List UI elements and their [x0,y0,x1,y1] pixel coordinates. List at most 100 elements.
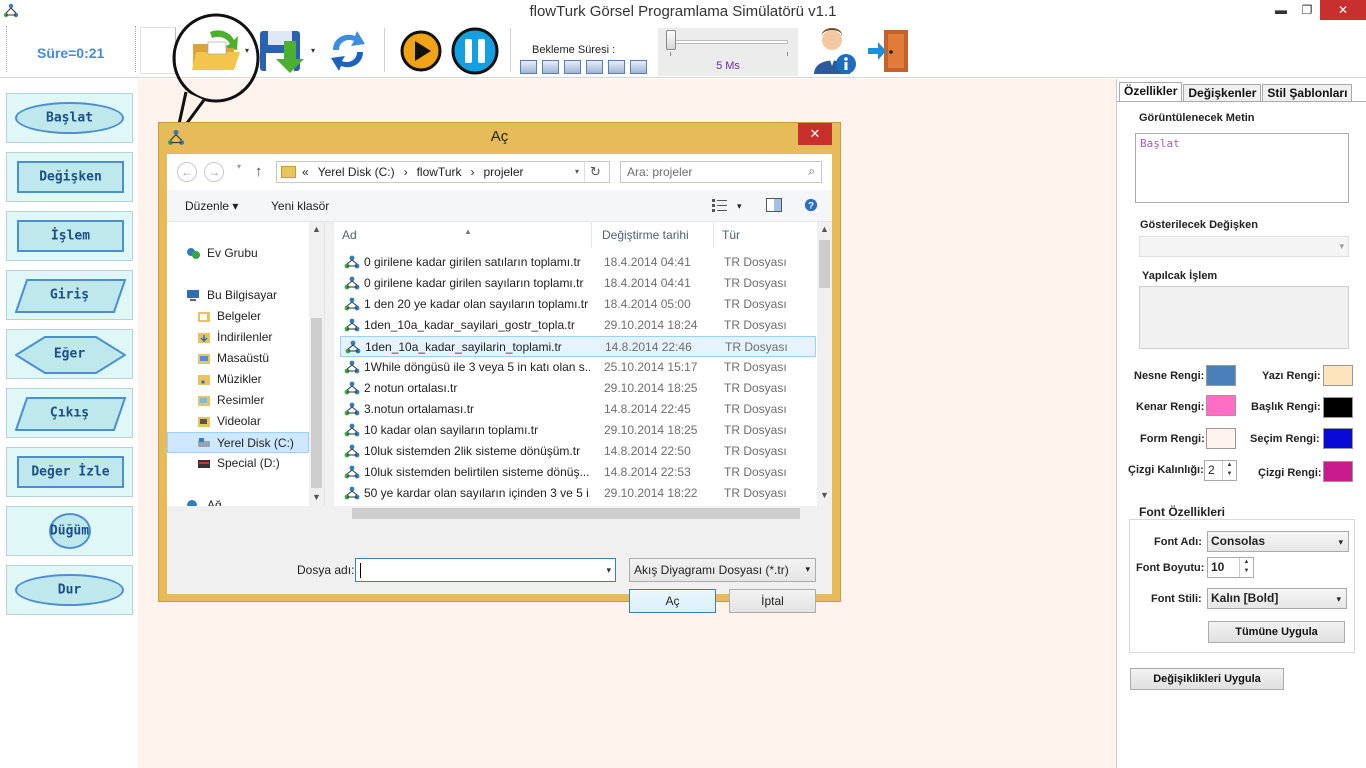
nav-item-downloads[interactable]: İndirilenler [167,327,309,348]
file-row[interactable]: 10luk sistemden belirtilen sisteme dönüş… [340,462,816,483]
tab-style-templates[interactable]: Stil Şablonları [1262,84,1353,102]
files-scroll-up-icon[interactable]: ▲ [817,224,832,234]
exit-door-icon[interactable] [866,28,912,74]
file-row[interactable]: 2 notun ortalası.tr 29.10.2014 18:25 TR Do… [340,378,816,399]
column-type[interactable]: Tür [714,222,817,248]
file-row[interactable]: 1While döngüsü ile 3 veya 5 in katı olan… [340,357,816,378]
align-right-icon[interactable] [586,60,603,74]
font-size-stepper[interactable]: 10 ▲ ▼ [1207,557,1254,578]
file-list-hscrollbar[interactable] [334,506,817,521]
new-folder-button[interactable]: Yeni klasör [271,199,329,213]
files-hscroll-thumb[interactable] [352,508,800,519]
variable-select[interactable]: ▾ [1139,236,1349,257]
search-input[interactable] [627,165,797,179]
distribute-horizontal-icon[interactable] [608,60,625,74]
nav-scroll-up-icon[interactable]: ▲ [309,224,324,234]
tab-properties[interactable]: Özellikler [1119,82,1183,102]
align-left-icon[interactable] [520,60,537,74]
column-name[interactable]: Ad ▲ [334,222,592,248]
preview-pane-icon[interactable] [766,198,782,212]
palette-stop-button[interactable]: Dur [6,565,133,615]
file-name-field[interactable]: ▾ [355,558,616,582]
text-color-swatch[interactable] [1323,365,1353,386]
stepper-arrows-icon[interactable]: ▲ ▼ [1239,558,1253,577]
save-dropdown-arrow[interactable]: ▾ [311,46,315,55]
files-scroll-down-icon[interactable]: ▼ [817,490,832,500]
minimize-button[interactable]: ▬ [1268,0,1294,20]
file-list-scrollbar[interactable]: ▲ ▼ [817,222,832,506]
refresh-icon[interactable]: ↻ [584,162,606,182]
file-type-select[interactable]: Akış Diyagramı Dosyası (*.tr) ▾ [629,558,816,582]
border-color-swatch[interactable] [1206,395,1236,416]
nav-item-special-d[interactable]: Special (D:) [167,453,309,474]
file-row[interactable]: 0 girilene kadar girilen sayıların topla… [340,273,816,294]
file-row[interactable]: 10luk sistemden 2lik sisteme dönüşüm.tr 1… [340,441,816,462]
line-color-swatch[interactable] [1323,461,1353,482]
nav-scroll-thumb[interactable] [311,318,322,488]
organize-button[interactable]: Düzenle ▾ [185,199,238,213]
open-button[interactable]: Aç [629,589,716,613]
recent-locations-dropdown[interactable]: ▾ [237,162,241,171]
pause-icon[interactable] [450,27,500,75]
help-icon[interactable]: ? [803,198,819,212]
file-row[interactable]: 10 kadar olan sayiların toplamı.tr 29.10.… [340,420,816,441]
operation-input[interactable] [1139,286,1349,349]
form-color-swatch[interactable] [1206,428,1236,449]
maximize-button[interactable]: ❐ [1294,0,1320,20]
nav-item-documents[interactable]: Belgeler [167,306,309,327]
nav-pane-scrollbar[interactable]: ▲ ▼ [309,222,324,506]
wait-time-slider-thumb[interactable] [666,30,676,50]
palette-watch-button[interactable]: Değer İzle [6,447,133,497]
palette-output-button[interactable]: Çıkış [6,388,133,438]
title-color-swatch[interactable] [1323,397,1353,418]
palette-if-button[interactable]: Eğer [6,329,133,379]
font-name-select[interactable]: Consolas ▾ [1207,531,1349,552]
tab-variables[interactable]: Değişkenler [1183,84,1262,102]
display-text-input[interactable]: Başlat [1140,137,1345,199]
nav-item-this-pc[interactable]: Bu Bilgisayar [167,285,309,306]
files-scroll-thumb[interactable] [819,240,830,288]
address-bar[interactable]: «Yerel Disk (C:) › flowTurk › projeler ▾ ↻ [276,161,610,183]
about-user-info-icon[interactable] [812,26,858,76]
view-options-icon[interactable] [712,198,728,212]
nav-pane-hscrollbar[interactable] [167,506,325,521]
palette-input-button[interactable]: Giriş [6,270,133,320]
apply-all-button[interactable]: Tümüne Uygula [1208,621,1345,643]
back-button[interactable]: ← [177,162,197,182]
close-window-button[interactable]: ✕ [1320,0,1366,20]
file-row[interactable]: 1den_10a_kadar_sayilarin_toplami.tr 14.8.… [340,336,816,357]
file-row[interactable]: 1 den 20 ye kadar olan sayıların toplamı… [340,294,816,315]
address-dropdown-icon[interactable]: ▾ [575,167,579,176]
palette-process-button[interactable]: İşlem [6,211,133,261]
palette-start-button[interactable]: Başlat [6,93,133,143]
object-color-swatch[interactable] [1206,365,1236,386]
file-row[interactable]: 50 ye kardar olan sayıların içinden 3 ve… [340,483,816,504]
palette-node-button[interactable]: Düğüm [6,506,133,556]
nav-item-desktop[interactable]: Masaüstü [167,348,309,369]
stepper-arrows-icon[interactable]: ▲ ▼ [1222,461,1236,480]
nav-item-homegroup[interactable]: Ev Grubu [167,243,309,264]
nav-item-pictures[interactable]: Resimler [167,390,309,411]
distribute-vertical-icon[interactable] [630,60,647,74]
font-style-select[interactable]: Kalın [Bold] ▾ [1207,588,1347,609]
play-icon[interactable] [400,30,442,72]
align-middle-icon[interactable] [564,60,581,74]
view-dropdown-arrow[interactable]: ▾ [737,201,742,212]
apply-changes-button[interactable]: Değişiklikleri Uygula [1130,668,1284,690]
search-icon[interactable]: ⌕ [808,164,815,179]
file-name-dropdown-icon[interactable]: ▾ [606,565,611,576]
file-row[interactable]: 1den_10a_kadar_sayilari_gostr_topla.tr 29… [340,315,816,336]
cancel-button[interactable]: İptal [729,589,816,613]
dialog-close-button[interactable]: ✕ [798,123,832,145]
line-width-stepper[interactable]: 2 ▲ ▼ [1204,460,1237,481]
save-icon[interactable] [258,27,308,75]
file-row[interactable]: 0 girilene kadar girilen satıların topla… [340,252,816,273]
wait-time-slider-track[interactable] [670,40,788,44]
nav-item-local-disk-c[interactable]: Yerel Disk (C:) [167,432,309,453]
up-one-level-button[interactable]: ↑ [255,163,263,180]
file-name-input[interactable] [360,562,590,576]
nav-item-music[interactable]: Müzikler [167,369,309,390]
column-date-modified[interactable]: Değiştirme tarihi [594,222,714,248]
file-row[interactable]: 3.notun ortalaması.tr 14.8.2014 22:45 TR D… [340,399,816,420]
align-center-icon[interactable] [542,60,559,74]
